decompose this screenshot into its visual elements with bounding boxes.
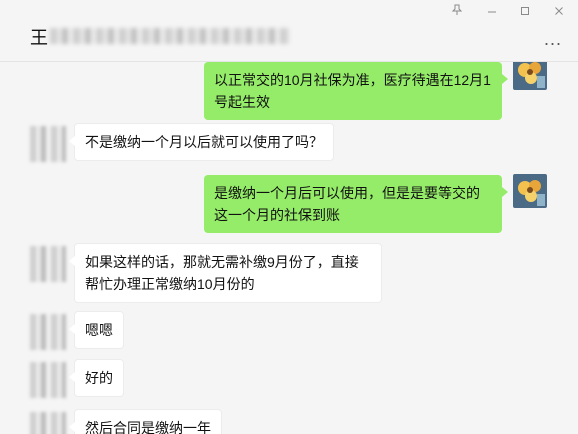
maximize-icon[interactable] xyxy=(514,4,536,20)
contact-avatar[interactable] xyxy=(30,412,66,434)
incoming-message[interactable]: 不是缴纳一个月以后就可以使用了吗？ xyxy=(69,123,334,161)
chat-title: 王 xyxy=(30,28,48,48)
my-avatar[interactable] xyxy=(513,174,547,208)
close-icon[interactable] xyxy=(548,4,570,20)
contact-avatar[interactable] xyxy=(30,362,66,398)
message-list[interactable]: 以正常交的10月社保为准，医疗待遇在12月1号起生效 不是缴纳一个月以后就可以使… xyxy=(0,62,578,434)
incoming-message[interactable]: 然后合同是缴纳一年 xyxy=(69,409,222,434)
more-options-button[interactable]: ... xyxy=(544,30,562,48)
pin-icon[interactable] xyxy=(446,4,468,20)
my-avatar[interactable] xyxy=(513,62,547,90)
outgoing-message[interactable]: 是缴纳一个月后可以使用，但是是要等交的这一个月的社保到账 xyxy=(204,175,508,233)
redacted-contact-info xyxy=(50,28,290,44)
minimize-icon[interactable] xyxy=(481,4,503,20)
incoming-message[interactable]: 嗯嗯 xyxy=(69,311,124,349)
contact-avatar[interactable] xyxy=(30,246,66,282)
incoming-message[interactable]: 如果这样的话，那就无需补缴9月份了，直接帮忙办理正常缴纳10月份的 xyxy=(69,243,382,303)
contact-avatar[interactable] xyxy=(30,314,66,350)
outgoing-message[interactable]: 以正常交的10月社保为准，医疗待遇在12月1号起生效 xyxy=(204,62,508,120)
contact-avatar[interactable] xyxy=(30,126,66,162)
title-bar: 王 ... xyxy=(0,0,578,62)
incoming-message[interactable]: 好的 xyxy=(69,359,124,397)
